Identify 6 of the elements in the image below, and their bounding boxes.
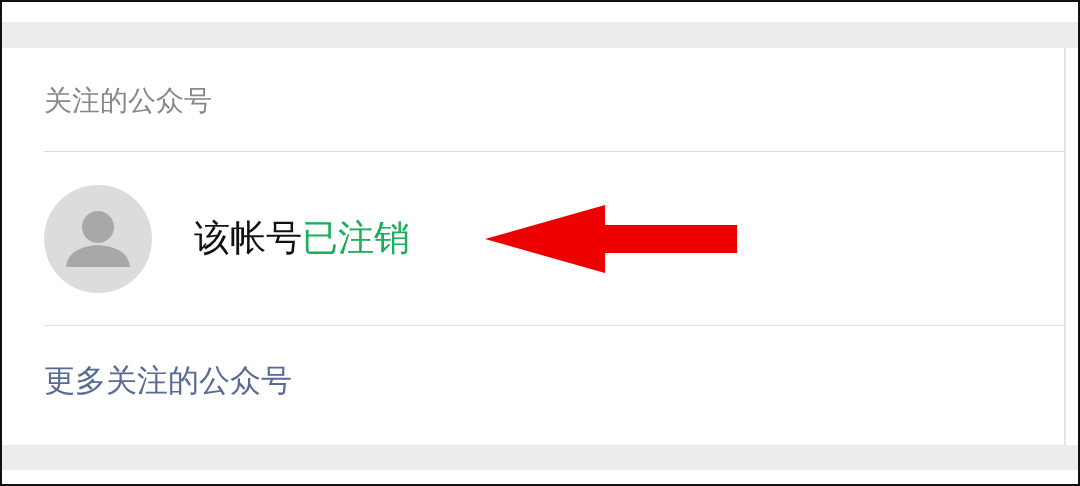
avatar-icon bbox=[44, 184, 152, 293]
section-title: 关注的公众号 bbox=[44, 48, 1064, 152]
arrow-icon bbox=[485, 204, 739, 273]
account-status: 已注销 bbox=[302, 216, 410, 260]
account-name: 该帐号 bbox=[194, 216, 302, 260]
more-accounts-link[interactable]: 更多关注的公众号 bbox=[44, 360, 292, 402]
